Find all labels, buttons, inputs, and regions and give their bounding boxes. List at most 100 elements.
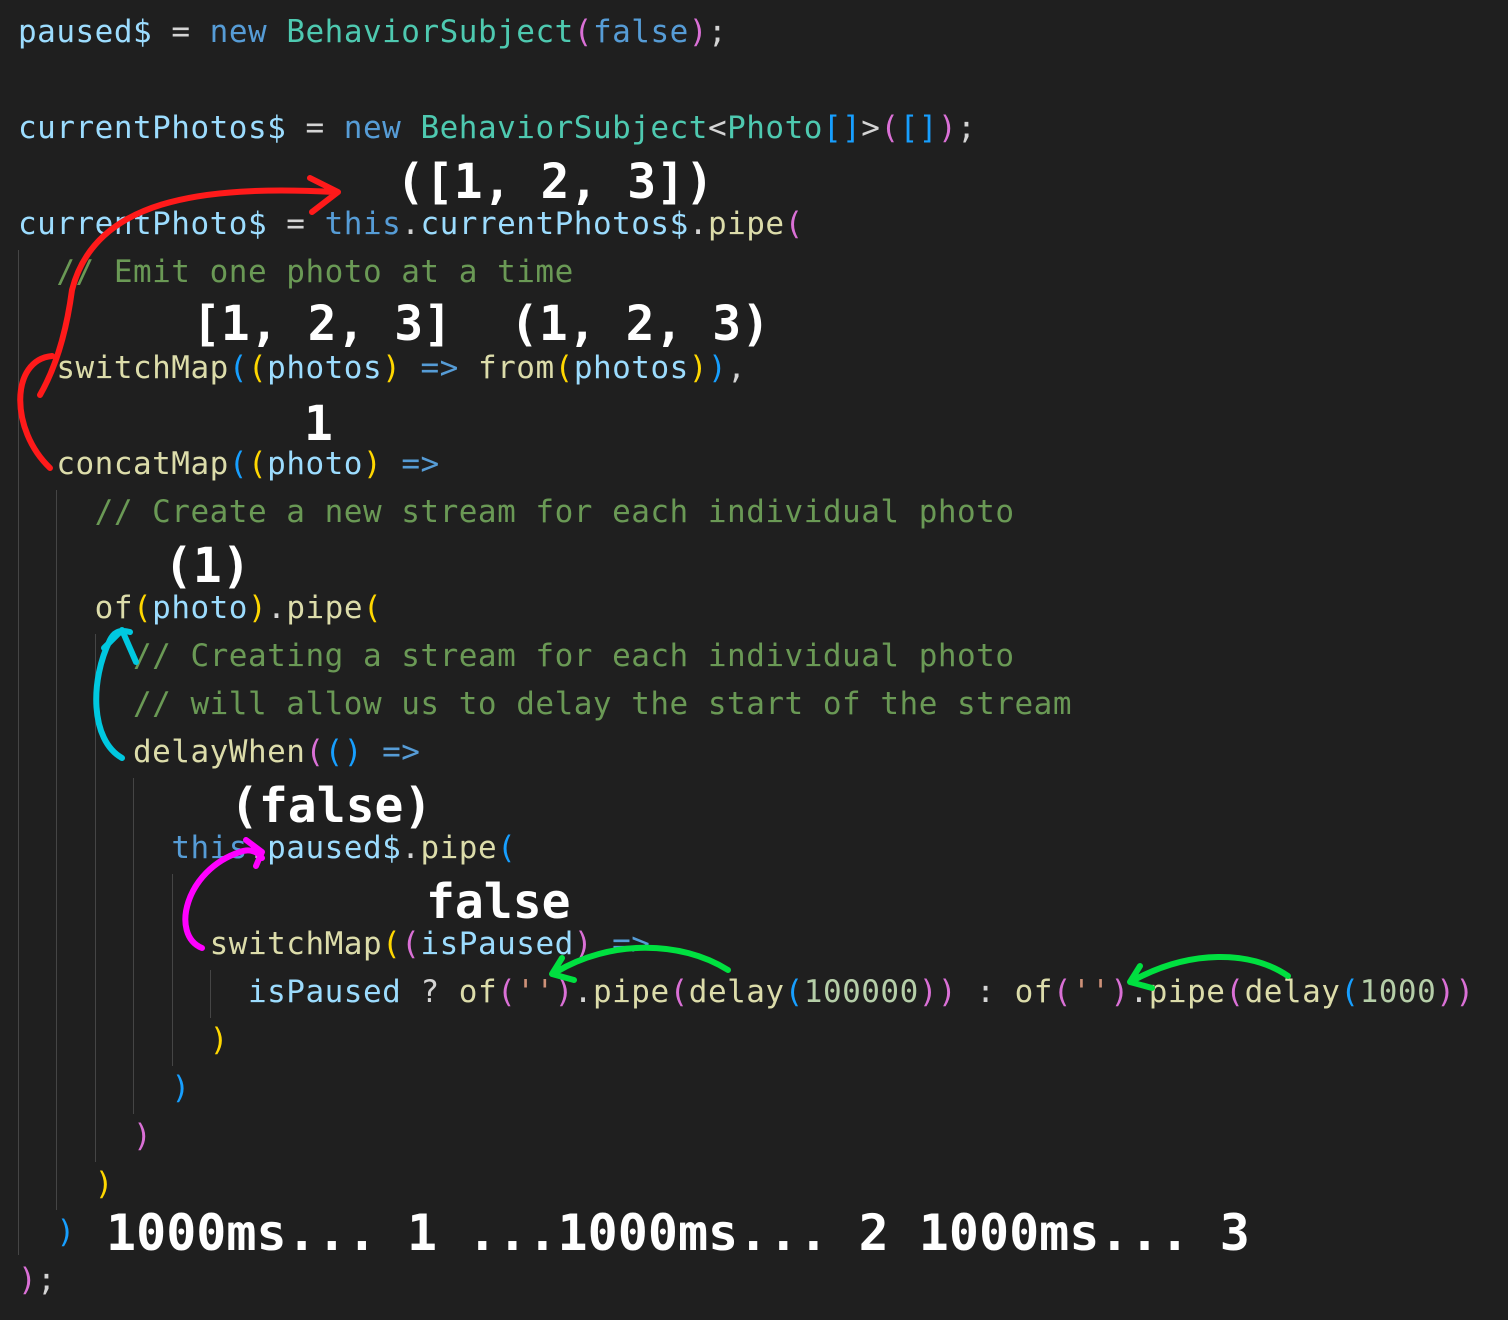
code-token: ( <box>382 926 402 962</box>
code-token: , <box>727 350 747 386</box>
code-token: ( <box>573 14 593 50</box>
code-token: => <box>401 446 440 482</box>
code-token: currentPhotos$ <box>18 110 287 146</box>
code-token: switchMap <box>209 926 383 962</box>
indent-guide <box>172 874 173 1066</box>
code-line[interactable]: currentPhotos$ = new BehaviorSubject<Pho… <box>18 104 976 152</box>
code-token: currentPhoto$ <box>18 206 268 242</box>
code-line[interactable]: ) <box>18 1064 190 1112</box>
indent-guide <box>95 634 96 1162</box>
code-token: ) <box>362 446 383 482</box>
code-token: . <box>247 830 268 866</box>
code-token: delayWhen <box>132 734 306 770</box>
code-line[interactable]: // will allow us to delay the start of t… <box>18 680 1072 728</box>
code-token: ( <box>497 830 517 866</box>
code-token: < <box>707 110 728 146</box>
code-token: ) <box>707 350 728 386</box>
code-token: ) <box>937 110 958 146</box>
code-token: [] <box>822 110 862 146</box>
code-line[interactable]: // Creating a stream for each individual… <box>18 632 1015 680</box>
code-token: ( <box>784 206 804 242</box>
code-token: '' <box>516 974 555 1010</box>
indent-guide <box>210 970 211 1018</box>
code-token: concatMap <box>56 446 229 482</box>
code-token: )) <box>1436 974 1475 1010</box>
code-token: 1000 <box>1359 974 1437 1010</box>
code-token: () <box>324 734 363 770</box>
indent-guide <box>133 778 134 1114</box>
code-token: this <box>171 830 248 866</box>
code-token: ) <box>554 974 574 1010</box>
code-token: false <box>592 14 689 50</box>
annotation-pipe-input: ([1, 2, 3]) <box>396 154 714 210</box>
code-line[interactable]: ) <box>18 1208 76 1256</box>
annotation-switchmap-input: [1, 2, 3] <box>192 296 453 352</box>
code-token: ) <box>688 350 708 386</box>
code-token: 100000 <box>803 974 919 1010</box>
code-token: paused$ <box>18 14 153 50</box>
code-token: of <box>458 974 498 1010</box>
code-token: pipe <box>592 974 670 1010</box>
code-token: ) <box>18 1262 38 1298</box>
code-token: . <box>401 206 421 242</box>
code-token: this <box>324 206 402 242</box>
code-token: switchMap <box>56 350 229 386</box>
code-token: ( <box>228 446 248 482</box>
code-token: ; <box>957 110 977 146</box>
annotation-ispaused-value: false <box>426 874 571 930</box>
code-token: ( <box>305 734 325 770</box>
code-token: = <box>152 14 210 50</box>
code-line[interactable]: ) <box>18 1016 229 1064</box>
code-token: ( <box>1340 974 1360 1010</box>
code-line[interactable]: // Create a new stream for each individu… <box>18 488 1015 536</box>
code-token: ) <box>573 926 593 962</box>
code-token: ( <box>554 350 574 386</box>
code-token: ( <box>132 590 153 626</box>
code-line[interactable]: ) <box>18 1112 152 1160</box>
code-token: ( <box>228 350 248 386</box>
code-token: ) <box>688 14 708 50</box>
code-token: ) <box>171 1070 191 1106</box>
annotation-timeline: 1000ms... 1 ...1000ms... 2 1000ms... 3 <box>106 1204 1250 1262</box>
code-editor[interactable]: paused$ = new BehaviorSubject(false); cur… <box>0 0 1508 1320</box>
code-token: . <box>573 974 593 1010</box>
code-line[interactable]: // Emit one photo at a time <box>18 248 574 296</box>
code-token: new <box>343 110 402 146</box>
code-token: => <box>420 350 459 386</box>
code-line[interactable]: ); <box>18 1256 56 1304</box>
code-token: isPaused <box>420 926 574 962</box>
code-line[interactable]: ) <box>18 1160 114 1208</box>
code-line[interactable]: delayWhen(() => <box>18 728 420 776</box>
code-token: => <box>382 734 421 770</box>
code-token: ( <box>497 974 517 1010</box>
code-token: // Create a new stream for each individu… <box>18 494 1015 530</box>
code-line[interactable]: isPaused ? of('').pipe(delay(100000)) : … <box>18 968 1475 1016</box>
code-line[interactable]: concatMap((photo) => <box>18 440 440 488</box>
code-token: ? <box>401 974 459 1010</box>
code-token: ) <box>56 1214 76 1250</box>
code-token: ( <box>784 974 804 1010</box>
code-token: BehaviorSubject <box>420 110 708 146</box>
code-token: pipe <box>707 206 785 242</box>
code-token: [] <box>899 110 938 146</box>
code-token: ; <box>707 14 728 50</box>
code-token: ( <box>362 590 383 626</box>
code-token: Photo <box>727 110 823 146</box>
code-token: ) <box>247 590 268 626</box>
code-line[interactable]: paused$ = new BehaviorSubject(false); <box>18 8 727 56</box>
code-token: currentPhotos$ <box>420 206 689 242</box>
code-token: ) <box>1110 974 1130 1010</box>
code-token: isPaused <box>247 974 402 1010</box>
code-token: ) <box>209 1022 229 1058</box>
